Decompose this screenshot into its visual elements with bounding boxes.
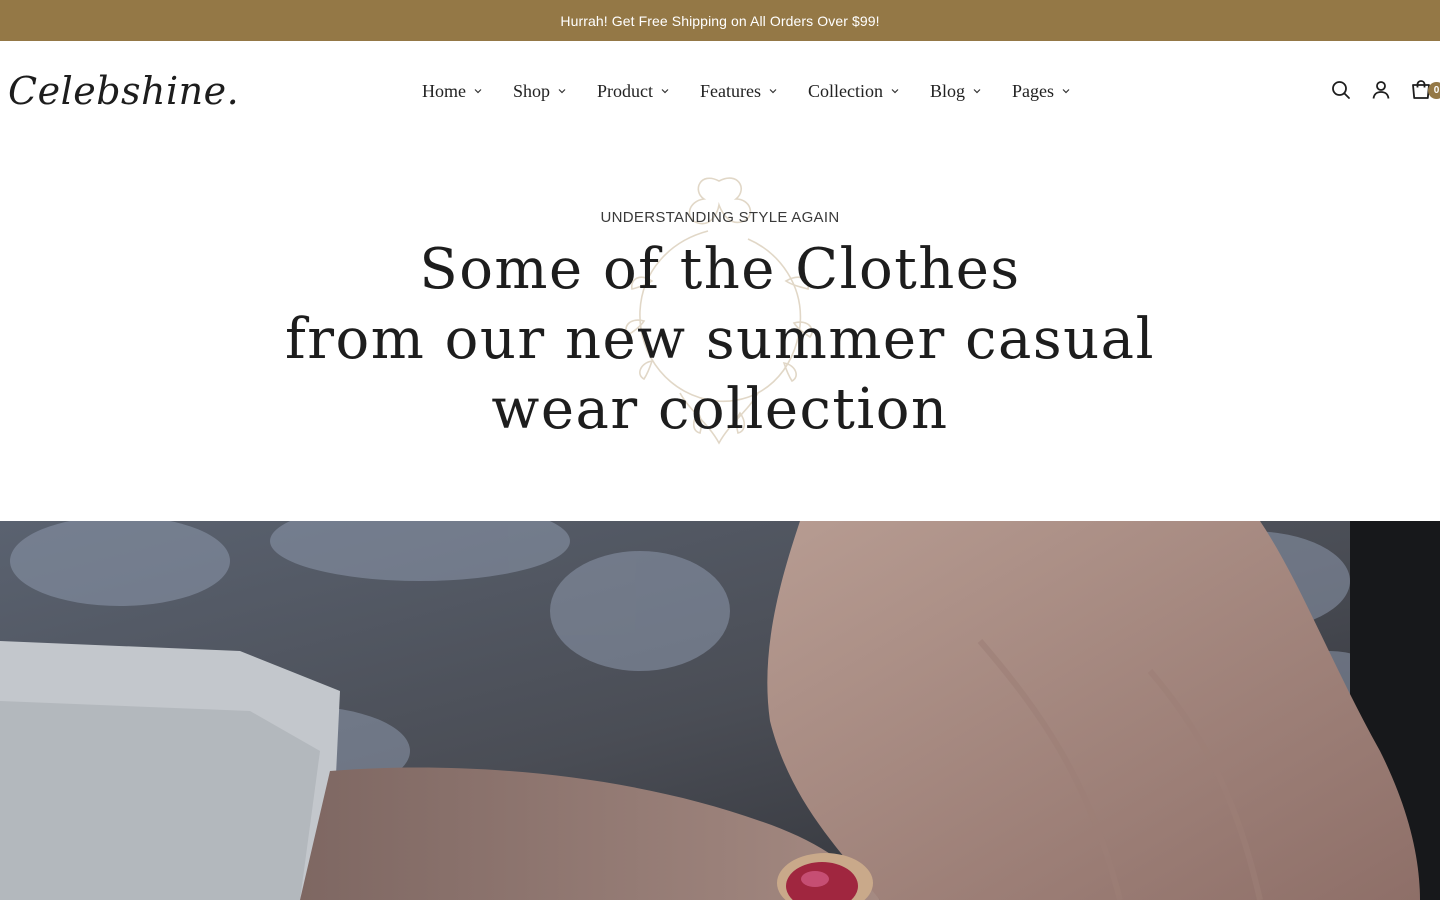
chevron-down-icon: [557, 86, 567, 96]
hero-title: Some of the Clothes from our new summer …: [0, 235, 1440, 445]
chevron-down-icon: [473, 86, 483, 96]
hero-title-line: wear collection: [491, 377, 949, 442]
chevron-down-icon: [660, 86, 670, 96]
nav-item-label: Home: [422, 80, 466, 101]
announcement-bar: Hurrah! Get Free Shipping on All Orders …: [0, 0, 1440, 41]
cart-count-badge: 0: [1428, 82, 1440, 99]
logo[interactable]: Celebshine.: [8, 69, 239, 113]
nav-item-label: Pages: [1012, 80, 1055, 101]
nav-item-features[interactable]: Features: [700, 79, 778, 103]
nav-item-product[interactable]: Product: [597, 79, 670, 103]
hero-photo: [0, 521, 1440, 900]
chevron-down-icon: [972, 86, 982, 96]
chevron-down-icon: [1061, 86, 1071, 96]
nav-item-label: Product: [597, 80, 654, 101]
search-icon[interactable]: [1329, 78, 1353, 102]
nav-item-home[interactable]: Home: [422, 79, 483, 103]
account-icon[interactable]: [1369, 78, 1393, 102]
cart-button[interactable]: 0: [1409, 78, 1440, 102]
nav-item-label: Features: [700, 80, 761, 101]
nav-item-collection[interactable]: Collection: [808, 79, 900, 103]
nav-item-pages[interactable]: Pages: [1012, 79, 1071, 103]
nav-item-blog[interactable]: Blog: [930, 79, 982, 103]
hero-eyebrow: UNDERSTANDING STYLE AGAIN: [600, 209, 840, 226]
chevron-down-icon: [890, 86, 900, 96]
chevron-down-icon: [768, 86, 778, 96]
nav-item-label: Collection: [808, 80, 883, 101]
nav-item-label: Shop: [513, 80, 551, 101]
header-actions: 0: [1313, 78, 1440, 102]
main-nav: Home Shop Product Features Collection Bl…: [422, 79, 1101, 103]
hero-title-line: Some of the Clothes: [419, 237, 1021, 302]
hero-section: UNDERSTANDING STYLE AGAIN Some of the Cl…: [0, 141, 1440, 521]
announcement-text: Hurrah! Get Free Shipping on All Orders …: [560, 12, 880, 29]
nav-item-shop[interactable]: Shop: [513, 79, 567, 103]
hero-title-line: from our new summer casual: [285, 307, 1155, 372]
site-header: Celebshine. Home Shop Product Features C…: [0, 41, 1440, 141]
nav-item-label: Blog: [930, 80, 966, 101]
